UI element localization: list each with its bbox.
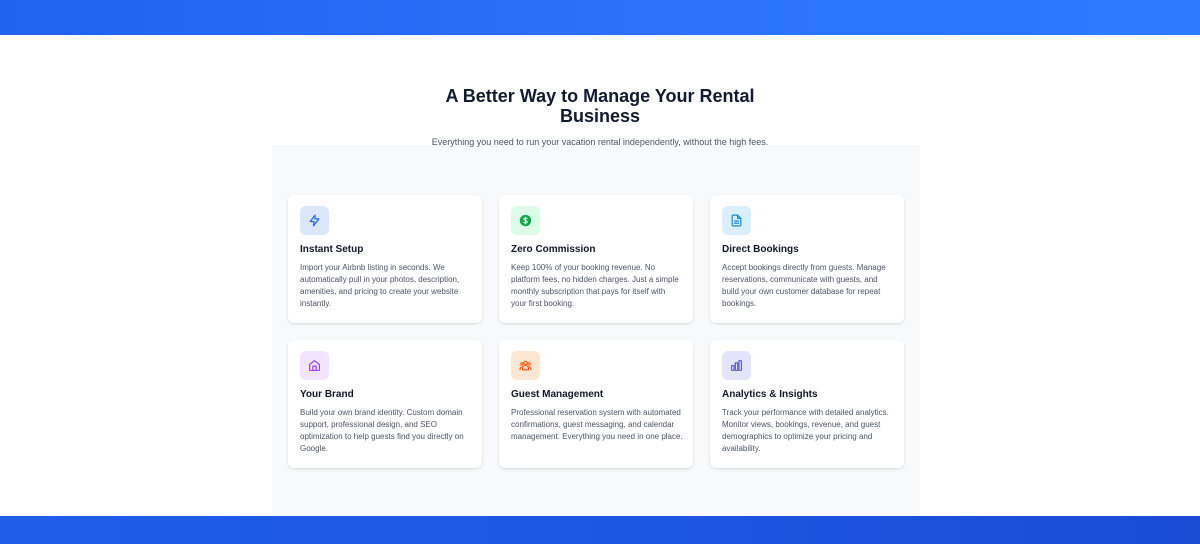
footer-band bbox=[0, 516, 1200, 544]
feature-card-direct-bookings: Direct Bookings Accept bookings directly… bbox=[710, 195, 904, 323]
feature-card-instant-setup: Instant Setup Import your Airbnb listing… bbox=[288, 195, 482, 323]
feature-title: Guest Management bbox=[511, 389, 604, 400]
feature-card-guest-management: Guest Management Professional reservatio… bbox=[499, 340, 693, 468]
lightning-icon bbox=[300, 206, 329, 235]
feature-card-zero-commission: Zero Commission Keep 100% of your bookin… bbox=[499, 195, 693, 323]
feature-description: Professional reservation system with aut… bbox=[511, 408, 683, 441]
feature-title: Instant Setup bbox=[300, 244, 364, 255]
section-subtitle: Everything you need to run your vacation… bbox=[431, 137, 769, 147]
feature-title: Direct Bookings bbox=[722, 244, 799, 255]
feature-card-analytics-insights: Analytics & Insights Track your performa… bbox=[710, 340, 904, 468]
feature-title: Your Brand bbox=[300, 389, 354, 400]
feature-description: Build your own brand identity. Custom do… bbox=[300, 408, 464, 453]
feature-description: Track your performance with detailed ana… bbox=[722, 408, 889, 453]
section-title: A Better Way to Manage Your Rental Busin… bbox=[445, 86, 755, 126]
users-icon bbox=[511, 351, 540, 380]
feature-card-your-brand: Your Brand Build your own brand identity… bbox=[288, 340, 482, 468]
feature-title: Analytics & Insights bbox=[722, 389, 818, 400]
bar-chart-icon bbox=[722, 351, 751, 380]
home-icon bbox=[300, 351, 329, 380]
header-band bbox=[0, 0, 1200, 35]
feature-description: Import your Airbnb listing in seconds. W… bbox=[300, 263, 460, 308]
feature-description: Keep 100% of your booking revenue. No pl… bbox=[511, 263, 679, 308]
feature-description: Accept bookings directly from guests. Ma… bbox=[722, 263, 886, 308]
document-icon bbox=[722, 206, 751, 235]
dollar-icon bbox=[511, 206, 540, 235]
feature-title: Zero Commission bbox=[511, 244, 596, 255]
